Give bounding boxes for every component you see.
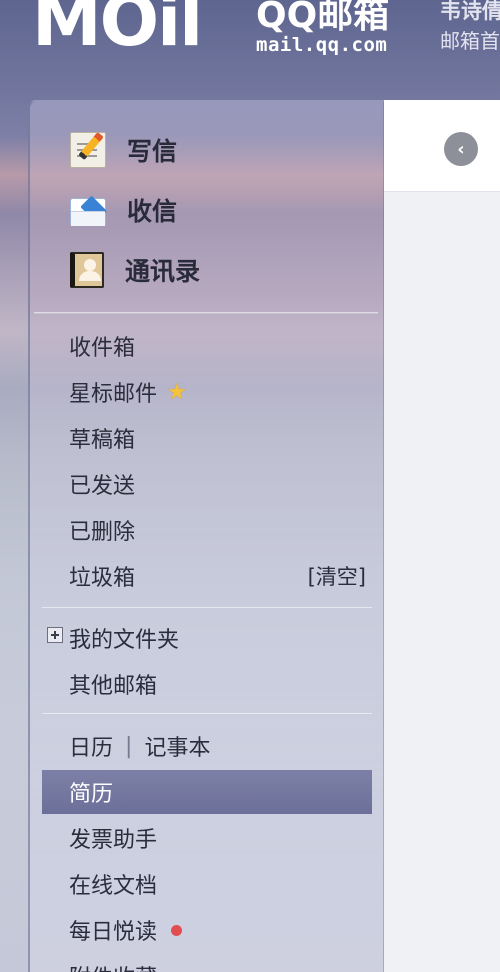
folder-label: 已发送: [69, 474, 136, 499]
receive-mail-label: 收信: [127, 197, 178, 226]
divider: [42, 713, 372, 715]
folder-label: 其他邮箱: [69, 674, 158, 699]
folder-label: 收件箱: [69, 336, 136, 361]
app-label: 简历: [69, 782, 114, 807]
notebook-link[interactable]: 记事本: [144, 730, 210, 762]
app-attachment-favorites[interactable]: 附件收藏: [42, 954, 372, 972]
app-invoice-assistant[interactable]: 发票助手: [42, 816, 372, 860]
compose-label: 写信: [127, 137, 178, 166]
folder-my-folders[interactable]: 我的文件夹: [42, 616, 372, 660]
collapse-sidebar-button[interactable]: ‹: [444, 132, 478, 166]
folder-drafts[interactable]: 草稿箱: [42, 416, 372, 460]
folder-starred[interactable]: 星标邮件 ★: [42, 370, 372, 414]
brand: QQ邮箱 mail.qq.com: [256, 0, 389, 56]
folder-deleted[interactable]: 已删除: [42, 508, 372, 552]
compose-button[interactable]: 写信: [70, 132, 177, 168]
apps-row: 日历 | 记事本: [42, 724, 372, 768]
user-name[interactable]: 韦诗倩: [440, 0, 500, 25]
calendar-link[interactable]: 日历: [69, 730, 113, 762]
folder-inbox[interactable]: 收件箱: [42, 324, 372, 368]
user-area: 韦诗倩 邮箱首页: [440, 0, 500, 57]
unread-dot-icon: [171, 924, 183, 936]
qq-mail-logo[interactable]: MOil: [32, 0, 203, 56]
contacts-icon: [70, 252, 104, 288]
chevron-left-icon: ‹: [457, 138, 465, 160]
app-online-docs[interactable]: 在线文档: [42, 862, 372, 906]
folder-label: 我的文件夹: [69, 628, 180, 653]
brand-name: QQ邮箱: [256, 0, 390, 36]
contacts-label: 通讯录: [125, 257, 201, 286]
compose-icon: [70, 132, 106, 168]
receive-mail-button[interactable]: 收信: [70, 192, 177, 228]
folder-label: 垃圾箱: [69, 566, 136, 591]
folder-label: 星标邮件: [69, 382, 158, 407]
app-resume[interactable]: 简历: [42, 770, 372, 814]
divider: [34, 312, 378, 314]
app-label: 发票助手: [69, 828, 158, 853]
star-icon: ★: [167, 379, 187, 405]
separator: |: [125, 733, 133, 759]
main-panel: ‹: [384, 100, 500, 972]
app-daily-reading[interactable]: 每日悦读: [42, 908, 372, 952]
divider: [42, 607, 372, 609]
empty-spam-link[interactable]: [清空]: [308, 561, 366, 591]
folder-spam[interactable]: 垃圾箱 [清空]: [42, 554, 372, 598]
app-label: 在线文档: [69, 874, 158, 899]
sidebar: 写信 收信 通讯录 收件箱 星标邮件 ★ 草稿箱 已发送 已删除 垃圾箱 [清空…: [28, 100, 384, 972]
folder-label: 草稿箱: [69, 428, 136, 453]
folder-label: 已删除: [69, 520, 136, 545]
main-toolbar: ‹: [384, 100, 500, 192]
app-label: 每日悦读: [69, 920, 158, 945]
brand-domain: mail.qq.com: [256, 33, 388, 56]
header: MOil QQ邮箱 mail.qq.com 韦诗倩 邮箱首页: [0, 0, 500, 100]
inbox-envelope-icon: [70, 198, 106, 226]
folder-other-mailboxes[interactable]: 其他邮箱: [42, 662, 372, 706]
mailbox-home-link[interactable]: 邮箱首页: [440, 25, 500, 57]
app-label: 附件收藏: [69, 960, 157, 972]
folder-sent[interactable]: 已发送: [42, 462, 372, 506]
contacts-button[interactable]: 通讯录: [70, 252, 200, 288]
expand-plus-icon[interactable]: [47, 627, 63, 643]
